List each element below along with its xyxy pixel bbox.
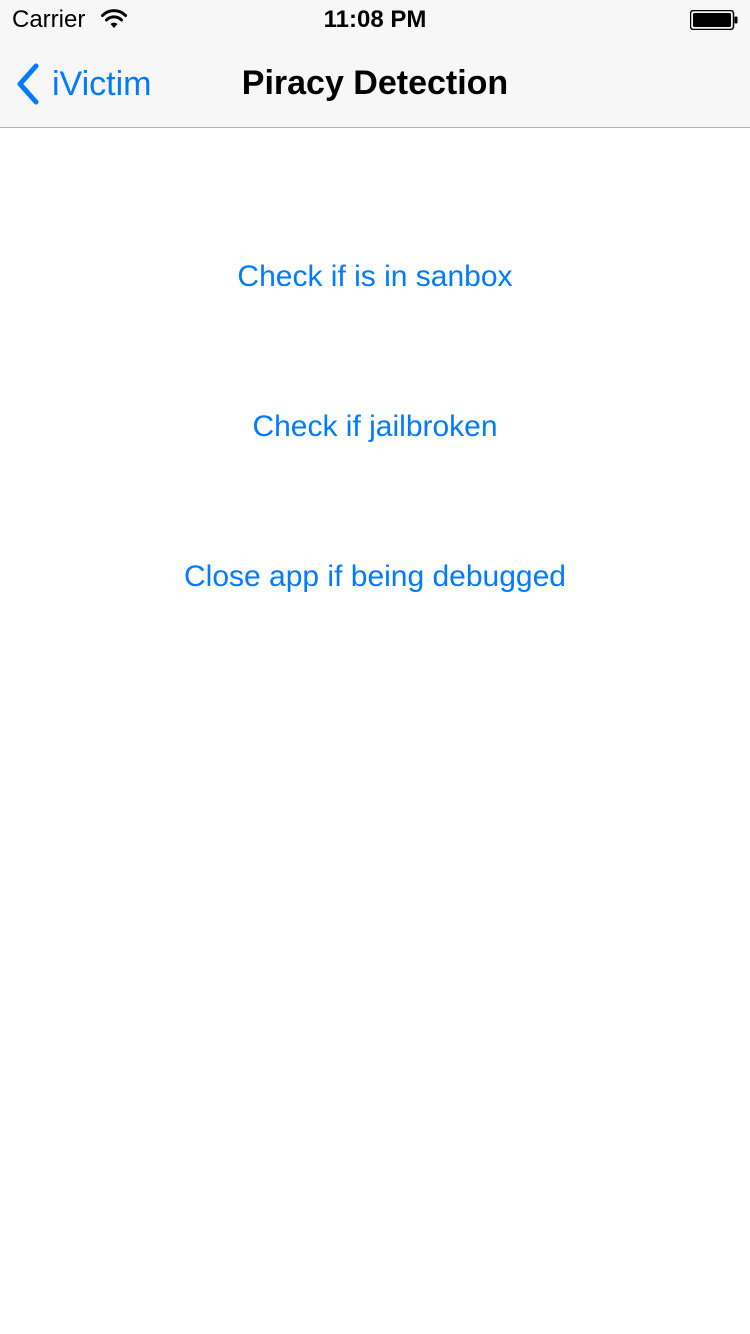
status-bar: Carrier 11:08 PM (0, 0, 750, 40)
check-jailbroken-button[interactable]: Check if jailbroken (0, 410, 750, 444)
close-if-debugged-label: Close app if being debugged (184, 560, 566, 593)
top-bar: Carrier 11:08 PM iVictim Piracy Detectio… (0, 0, 750, 128)
check-sandbox-button[interactable]: Check if is in sanbox (0, 260, 750, 294)
battery-icon (690, 10, 738, 30)
close-if-debugged-button[interactable]: Close app if being debugged (0, 560, 750, 594)
navigation-bar: iVictim Piracy Detection (0, 40, 750, 128)
check-sandbox-label: Check if is in sanbox (237, 260, 513, 293)
check-jailbroken-label: Check if jailbroken (252, 410, 498, 443)
app-screen: Carrier 11:08 PM iVictim Piracy Detectio… (0, 0, 750, 1334)
page-title: Piracy Detection (241, 64, 509, 102)
status-time: 11:08 PM (323, 6, 427, 33)
